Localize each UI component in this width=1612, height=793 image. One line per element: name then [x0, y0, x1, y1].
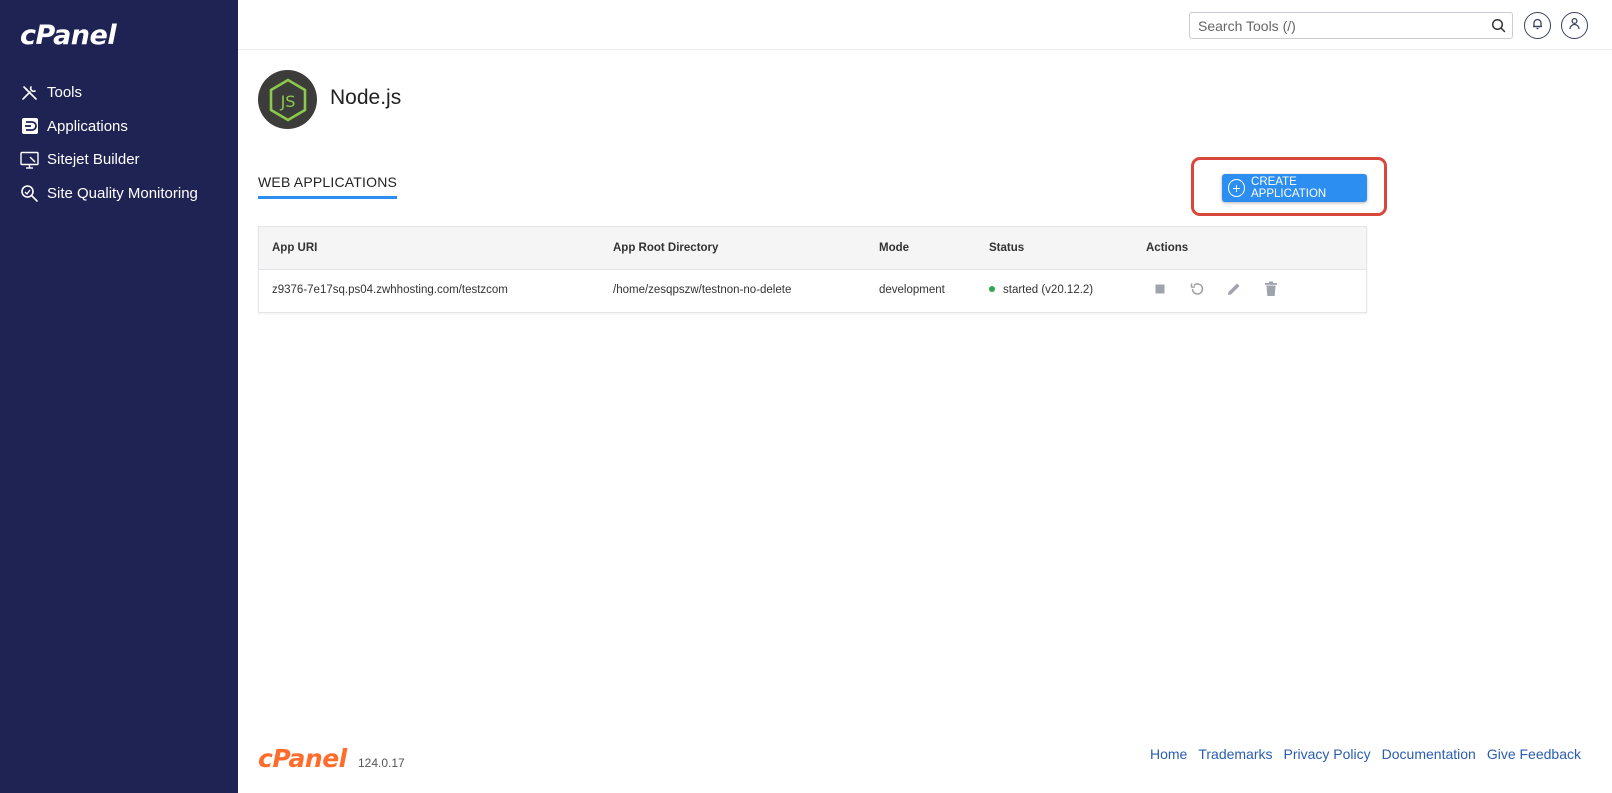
footer-links: Home Trademarks Privacy Policy Documenta…	[1150, 746, 1581, 762]
svg-text:JS: JS	[279, 92, 295, 111]
top-bar	[238, 0, 1612, 50]
page-title: Node.js	[330, 86, 402, 109]
trash-icon	[1264, 281, 1278, 302]
pencil-icon	[1226, 281, 1242, 302]
sidebar-item-label: Sitejet Builder	[47, 151, 140, 169]
footer-link-documentation[interactable]: Documentation	[1382, 746, 1476, 762]
table-header: App URI App Root Directory Mode Status A…	[259, 227, 1366, 270]
app-status-text: started (v20.12.2)	[1003, 284, 1094, 296]
sidebar-item-applications[interactable]: Applications	[0, 110, 238, 144]
table-row: z9376-7e17sq.ps04.zwhhosting.com/testzco…	[259, 270, 1366, 312]
sidebar-item-tools[interactable]: Tools	[0, 76, 238, 110]
stop-app-button[interactable]	[1150, 281, 1170, 301]
footer-cpanel-logo[interactable]: cPanel	[258, 744, 347, 773]
sidebar-item-site-quality-monitoring[interactable]: Site Quality Monitoring	[0, 177, 238, 211]
applications-table: App URI App Root Directory Mode Status A…	[258, 226, 1367, 313]
app-mode: development	[879, 284, 945, 296]
edit-app-button[interactable]	[1224, 281, 1244, 301]
plus-circle-icon: +	[1228, 179, 1246, 197]
app-uri-link[interactable]: z9376-7e17sq.ps04.zwhhosting.com/testzco…	[272, 284, 508, 296]
user-menu-button[interactable]	[1561, 12, 1588, 39]
create-application-label: CREATE APPLICATION	[1251, 176, 1327, 200]
column-header-status[interactable]: Status	[989, 242, 1024, 254]
restart-icon	[1189, 281, 1205, 302]
create-application-button[interactable]: + CREATE APPLICATION	[1222, 174, 1367, 202]
search-icon[interactable]	[1491, 18, 1506, 38]
search-input[interactable]	[1198, 17, 1488, 34]
restart-app-button[interactable]	[1187, 281, 1207, 301]
version-number: 124.0.17	[358, 756, 405, 770]
sidebar-nav: Tools Applications Sitejet Builder Site …	[0, 76, 238, 210]
sidebar-item-sitejet-builder[interactable]: Sitejet Builder	[0, 143, 238, 177]
tools-icon	[20, 83, 39, 102]
cpanel-logo[interactable]: cPanel	[20, 20, 117, 51]
search-box[interactable]	[1189, 12, 1513, 39]
applications-icon	[20, 117, 39, 136]
tab-web-applications[interactable]: WEB APPLICATIONS	[258, 174, 398, 199]
user-icon	[1568, 17, 1581, 35]
column-header-actions: Actions	[1146, 242, 1189, 254]
sidebar-item-label: Applications	[47, 117, 128, 135]
status-dot-icon	[989, 285, 995, 292]
sitejet-icon	[20, 150, 39, 169]
column-header-mode[interactable]: Mode	[879, 242, 909, 254]
sidebar-item-label: Site Quality Monitoring	[47, 184, 198, 202]
nodejs-logo-icon: JS	[258, 70, 317, 129]
column-header-app-root[interactable]: App Root Directory	[613, 242, 718, 254]
bell-icon	[1531, 17, 1544, 35]
footer-link-privacy-policy[interactable]: Privacy Policy	[1284, 746, 1371, 762]
footer-link-trademarks[interactable]: Trademarks	[1198, 746, 1272, 762]
app-root-directory: /home/zesqpszw/testnon-no-delete	[613, 284, 792, 296]
sidebar: cPanel Tools Applications Sitejet Builde…	[0, 0, 238, 793]
magnifier-icon	[20, 184, 39, 203]
column-header-app-uri[interactable]: App URI	[272, 242, 317, 254]
stop-icon	[1154, 282, 1166, 300]
delete-app-button[interactable]	[1261, 281, 1281, 301]
footer-link-give-feedback[interactable]: Give Feedback	[1487, 746, 1581, 762]
footer-link-home[interactable]: Home	[1150, 746, 1187, 762]
notifications-button[interactable]	[1524, 12, 1551, 39]
app-status: started (v20.12.2)	[989, 284, 1093, 296]
sidebar-item-label: Tools	[47, 84, 83, 102]
